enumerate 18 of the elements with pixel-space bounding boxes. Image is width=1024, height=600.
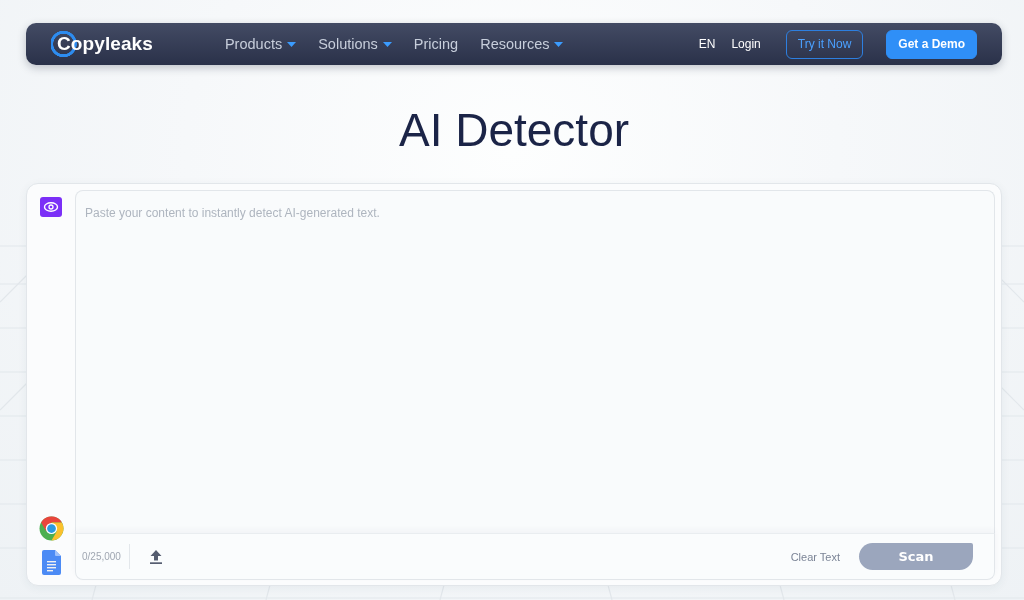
text-input-field[interactable]: Paste your content to instantly detect AI-generated text. [75, 190, 995, 533]
page-title: AI Detector [398, 103, 630, 157]
nav-link[interactable]: Solutions [318, 36, 392, 52]
eye-icon[interactable] [40, 197, 62, 217]
nav-link[interactable]: Pricing [413, 36, 459, 52]
upload-icon[interactable] [149, 549, 162, 564]
login-link[interactable]: Login [731, 37, 761, 51]
caret-icon [382, 41, 392, 47]
try-button[interactable]: Try it Now [785, 29, 864, 59]
clear-text-link[interactable]: Clear Text [790, 550, 840, 563]
language-link[interactable]: EN [698, 37, 716, 51]
nav-link[interactable]: Resources [480, 36, 564, 52]
character-counter: 0/25,000 [82, 551, 121, 562]
chrome-icon[interactable] [38, 516, 64, 541]
document-icon[interactable] [41, 550, 61, 575]
caret-icon [554, 41, 564, 47]
nav-link[interactable]: Products [224, 36, 297, 52]
caret-icon [287, 41, 297, 47]
